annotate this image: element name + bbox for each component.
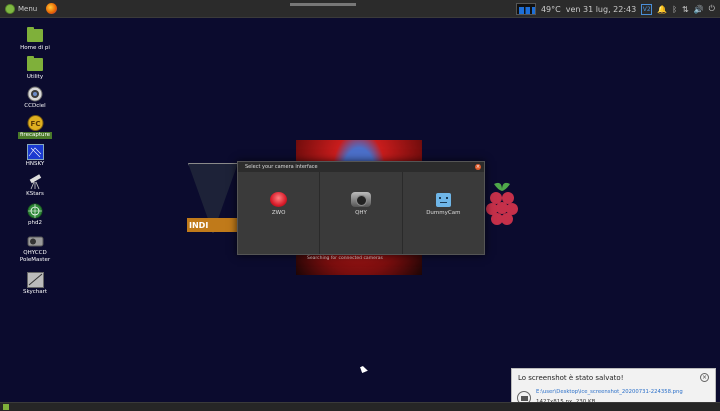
notification-close-icon[interactable]: × [700,373,709,382]
clock[interactable]: ven 31 lug, 22:43 [566,5,637,14]
system-monitor-icon[interactable] [515,3,536,15]
svg-text:FC: FC [30,120,40,128]
desktop-icon-utility[interactable]: Utility [15,56,55,81]
network-icon[interactable]: ⇅ [682,5,689,14]
raspberry-pi-logo-icon [484,178,520,228]
indi-logo-label: INDI [187,218,239,232]
dummycam-icon [435,192,451,207]
camera-option-dummycam[interactable]: DummyCam [401,172,484,254]
camera-option-label: ZWO [271,210,286,216]
polemaster-camera-icon [27,233,44,248]
dialog-titlebar: Select your camera interface × [238,162,484,172]
close-icon[interactable]: × [475,164,481,170]
notification-title: Lo screenshot è stato salvato! [518,374,624,382]
desktop-icon-home[interactable]: Home di pi [15,27,55,52]
window-list[interactable] [290,3,356,6]
desktop-icon-label: KStars [26,191,44,197]
top-panel: Menu 49°C ven 31 lug, 22:43 V2 🔔 ᛒ ⇅ 🔊 ⏻ [0,0,720,18]
mouse-cursor [360,365,368,373]
firefox-launcher-icon[interactable] [46,3,58,14]
menu-label: Menu [18,4,38,13]
searching-status: Searching for connected cameras [307,256,383,261]
bluetooth-icon[interactable]: ᛒ [672,5,677,14]
desktop-icon-phd2[interactable]: phd2 [15,203,55,227]
temperature-readout: 49°C [540,4,561,14]
desktop-icon-ccdciel[interactable]: CCDciel [15,86,55,110]
camera-option-label: DummyCam [426,209,461,216]
home-folder-icon [27,27,44,43]
desktop-icon-kstars[interactable]: KStars [15,173,55,198]
ccdciel-icon [27,86,44,101]
skychart-icon [26,271,44,288]
phd2-target-icon [27,203,44,218]
camera-option-qhy[interactable]: QHY [319,172,401,254]
camera-option-label: QHY [355,210,367,216]
vnc-icon[interactable]: V2 [641,3,653,15]
desktop-icon-label: CCDciel [24,103,46,109]
system-tray: 49°C ven 31 lug, 22:43 V2 🔔 ᛒ ⇅ 🔊 ⏻ [515,0,720,18]
desktop-icon-polemaster[interactable]: QHYCCD PoleMaster [15,233,55,263]
volume-icon[interactable]: 🔊 [694,5,704,14]
desktop-icon-label: HNSKY [25,161,45,167]
firecapture-icon: FC [27,114,44,131]
desktop-icon-skychart[interactable]: Skychart [15,271,55,296]
power-icon[interactable]: ⏻ [709,4,715,14]
desktop-icon-label: firecapture [17,132,53,139]
desktop-icon-firecapture[interactable]: FC firecapture [15,114,55,139]
menu-button[interactable]: Menu [0,0,42,18]
dialog-title: Select your camera interface [245,164,318,170]
desktop-icon-label: Skychart [22,289,48,295]
notifications-icon[interactable]: 🔔 [657,5,667,14]
hnsky-icon [26,143,44,160]
show-desktop-icon[interactable] [3,404,9,410]
folder-icon [27,56,44,72]
telescope-icon [27,173,44,189]
desktop-icon-hnsky[interactable]: HNSKY [15,143,55,168]
mint-logo-icon [5,3,15,14]
desktop-icon-label: Utility [26,74,44,80]
desktop-icon-label: Home di pi [20,45,50,51]
desktop-icon-label: QHYCCD PoleMaster [19,250,51,263]
camera-option-zwo[interactable]: ZWO [238,172,319,254]
zwo-camera-icon [270,192,288,207]
screenshot-path-link[interactable]: E:\user\Desktop\ice_screenshot_20200731-… [536,389,683,395]
qhy-camera-icon [350,192,371,207]
camera-select-dialog: Select your camera interface × ZWO QHY D… [237,161,485,255]
bottom-taskbar [0,402,720,411]
desktop-icon-label: phd2 [28,220,42,226]
